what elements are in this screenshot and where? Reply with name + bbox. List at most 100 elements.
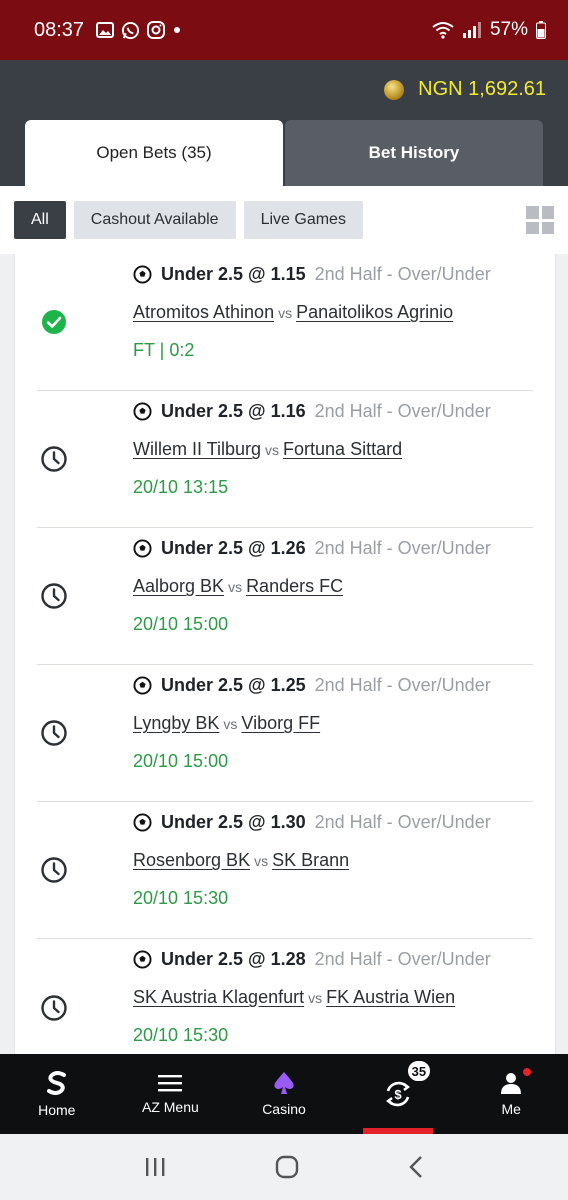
- bet-market: 2nd Half - Over/Under: [314, 675, 491, 695]
- app-header: NGN 1,692.61 Open Bets (35) Bet History: [0, 60, 568, 186]
- nav-home[interactable]: Home: [0, 1054, 114, 1134]
- bet-info: 20/10 15:00: [133, 614, 229, 634]
- grid-view-icon[interactable]: [526, 206, 554, 234]
- back-icon[interactable]: [408, 1155, 424, 1179]
- away-team-link[interactable]: SK Brann: [272, 850, 349, 870]
- bet-match: Rosenborg BK vs SK Brann: [133, 850, 349, 871]
- nav-me[interactable]: Me: [454, 1054, 568, 1134]
- vs-label: vs: [228, 579, 243, 595]
- nav-az-menu[interactable]: AZ Menu: [114, 1054, 228, 1134]
- vs-label: vs: [308, 990, 323, 1006]
- bet-item[interactable]: Under 2.5 @ 1.16 2nd Half - Over/Under W…: [37, 391, 533, 528]
- whatsapp-icon: [122, 21, 140, 39]
- bet-market: 2nd Half - Over/Under: [314, 401, 491, 421]
- tab-bet-history[interactable]: Bet History: [285, 120, 543, 186]
- home-team-link[interactable]: SK Austria Klagenfurt: [133, 987, 304, 1007]
- bet-match: Willem II Tilburg vs Fortuna Sittard: [133, 439, 402, 460]
- away-team-link[interactable]: Viborg FF: [241, 713, 320, 733]
- bet-info: 20/10 15:30: [133, 1025, 229, 1045]
- open-bets-badge: 35: [406, 1060, 432, 1082]
- soccer-ball-icon: [133, 676, 152, 695]
- recent-apps-icon[interactable]: [144, 1157, 166, 1177]
- bet-selection: Under 2.5 @ 1.25: [161, 675, 306, 695]
- home-team-link[interactable]: Aalborg BK: [133, 576, 224, 596]
- home-circle-icon[interactable]: [275, 1155, 299, 1179]
- bet-info: 20/10 15:30: [133, 888, 229, 908]
- bet-selection-row: Under 2.5 @ 1.16 2nd Half - Over/Under: [133, 401, 491, 422]
- away-team-link[interactable]: Fortuna Sittard: [283, 439, 402, 459]
- bet-info: FT | 0:2: [133, 340, 195, 360]
- soccer-ball-icon: [133, 950, 152, 969]
- sportybet-logo-icon: [46, 1071, 66, 1095]
- bet-selection-row: Under 2.5 @ 1.26 2nd Half - Over/Under: [133, 538, 491, 559]
- soccer-ball-icon: [133, 402, 152, 421]
- filter-cashout-available[interactable]: Cashout Available: [73, 201, 236, 239]
- nav-az-menu-label: AZ Menu: [141, 1099, 199, 1115]
- balance-display[interactable]: NGN 1,692.61: [384, 78, 546, 101]
- home-team-link[interactable]: Rosenborg BK: [133, 850, 250, 870]
- bottom-nav: Home AZ Menu Casino $ 35 Me: [0, 1054, 568, 1134]
- balance-amount: NGN 1,692.61: [418, 78, 546, 100]
- bet-market: 2nd Half - Over/Under: [314, 812, 491, 832]
- bet-item[interactable]: Under 2.5 @ 1.15 2nd Half - Over/Under A…: [37, 254, 533, 391]
- bet-item[interactable]: Under 2.5 @ 1.26 2nd Half - Over/Under A…: [37, 528, 533, 665]
- nav-open-bets[interactable]: $ 35: [341, 1054, 455, 1134]
- bet-item[interactable]: Under 2.5 @ 1.30 2nd Half - Over/Under R…: [37, 802, 533, 939]
- bet-selection: Under 2.5 @ 1.26: [161, 538, 306, 558]
- bet-market: 2nd Half - Over/Under: [314, 264, 491, 284]
- soccer-ball-icon: [133, 539, 152, 558]
- bet-selection: Under 2.5 @ 1.28: [161, 949, 306, 969]
- check-circle-icon: [42, 310, 66, 334]
- status-time: 08:37: [34, 18, 85, 41]
- nav-home-label: Home: [38, 1102, 76, 1118]
- bet-item[interactable]: Under 2.5 @ 1.28 2nd Half - Over/Under S…: [37, 939, 533, 1054]
- bet-selection-row: Under 2.5 @ 1.28 2nd Half - Over/Under: [133, 949, 491, 970]
- away-team-link[interactable]: FK Austria Wien: [326, 987, 455, 1007]
- away-team-link[interactable]: Panaitolikos Agrinio: [296, 302, 453, 322]
- filter-live-games[interactable]: Live Games: [243, 201, 363, 239]
- vs-label: vs: [254, 853, 269, 869]
- clock-icon: [41, 720, 67, 746]
- dot-icon: [174, 27, 181, 33]
- status-system-icons: 57%: [432, 19, 546, 41]
- bet-item[interactable]: Under 2.5 @ 1.25 2nd Half - Over/Under L…: [37, 665, 533, 802]
- away-team-link[interactable]: Randers FC: [246, 576, 343, 596]
- open-bets-list: Under 2.5 @ 1.15 2nd Half - Over/Under A…: [14, 254, 556, 1054]
- bet-selection-row: Under 2.5 @ 1.25 2nd Half - Over/Under: [133, 675, 491, 696]
- home-team-link[interactable]: Atromitos Athinon: [133, 302, 274, 322]
- battery-icon: [536, 21, 546, 39]
- status-bar: 08:37 57%: [0, 0, 568, 60]
- signal-icon: [462, 22, 481, 38]
- bet-match: Aalborg BK vs Randers FC: [133, 576, 343, 597]
- battery-percent: 57%: [489, 19, 528, 40]
- tab-open-bets[interactable]: Open Bets (35): [25, 120, 283, 186]
- bet-match: Atromitos Athinon vs Panaitolikos Agrinio: [133, 302, 453, 323]
- system-nav-bar: [0, 1134, 568, 1200]
- clock-icon: [41, 446, 67, 472]
- home-team-link[interactable]: Willem II Tilburg: [133, 439, 261, 459]
- bet-selection-row: Under 2.5 @ 1.30 2nd Half - Over/Under: [133, 812, 491, 833]
- home-team-link[interactable]: Lyngby BK: [133, 713, 219, 733]
- clock-icon: [41, 994, 67, 1021]
- nav-casino-label: Casino: [262, 1101, 306, 1117]
- svg-text:$: $: [394, 1087, 402, 1102]
- nav-me-label: Me: [501, 1101, 521, 1117]
- nav-casino[interactable]: Casino: [227, 1054, 341, 1134]
- filter-all[interactable]: All: [14, 201, 66, 239]
- clock-icon: [41, 857, 67, 883]
- clock-icon: [41, 583, 67, 609]
- bet-market: 2nd Half - Over/Under: [314, 538, 491, 558]
- user-icon: [501, 1073, 522, 1094]
- vs-label: vs: [265, 442, 280, 458]
- status-notification-icons: [96, 21, 182, 40]
- vs-label: vs: [278, 305, 293, 321]
- filter-bar: All Cashout Available Live Games: [0, 186, 568, 254]
- coin-icon: [384, 79, 405, 100]
- vs-label: vs: [223, 716, 238, 732]
- soccer-ball-icon: [133, 813, 152, 832]
- wifi-icon: [432, 22, 454, 39]
- bet-selection: Under 2.5 @ 1.16: [161, 401, 306, 421]
- gallery-icon: [96, 22, 115, 38]
- notification-dot: [522, 1068, 531, 1076]
- hamburger-icon: [158, 1075, 183, 1092]
